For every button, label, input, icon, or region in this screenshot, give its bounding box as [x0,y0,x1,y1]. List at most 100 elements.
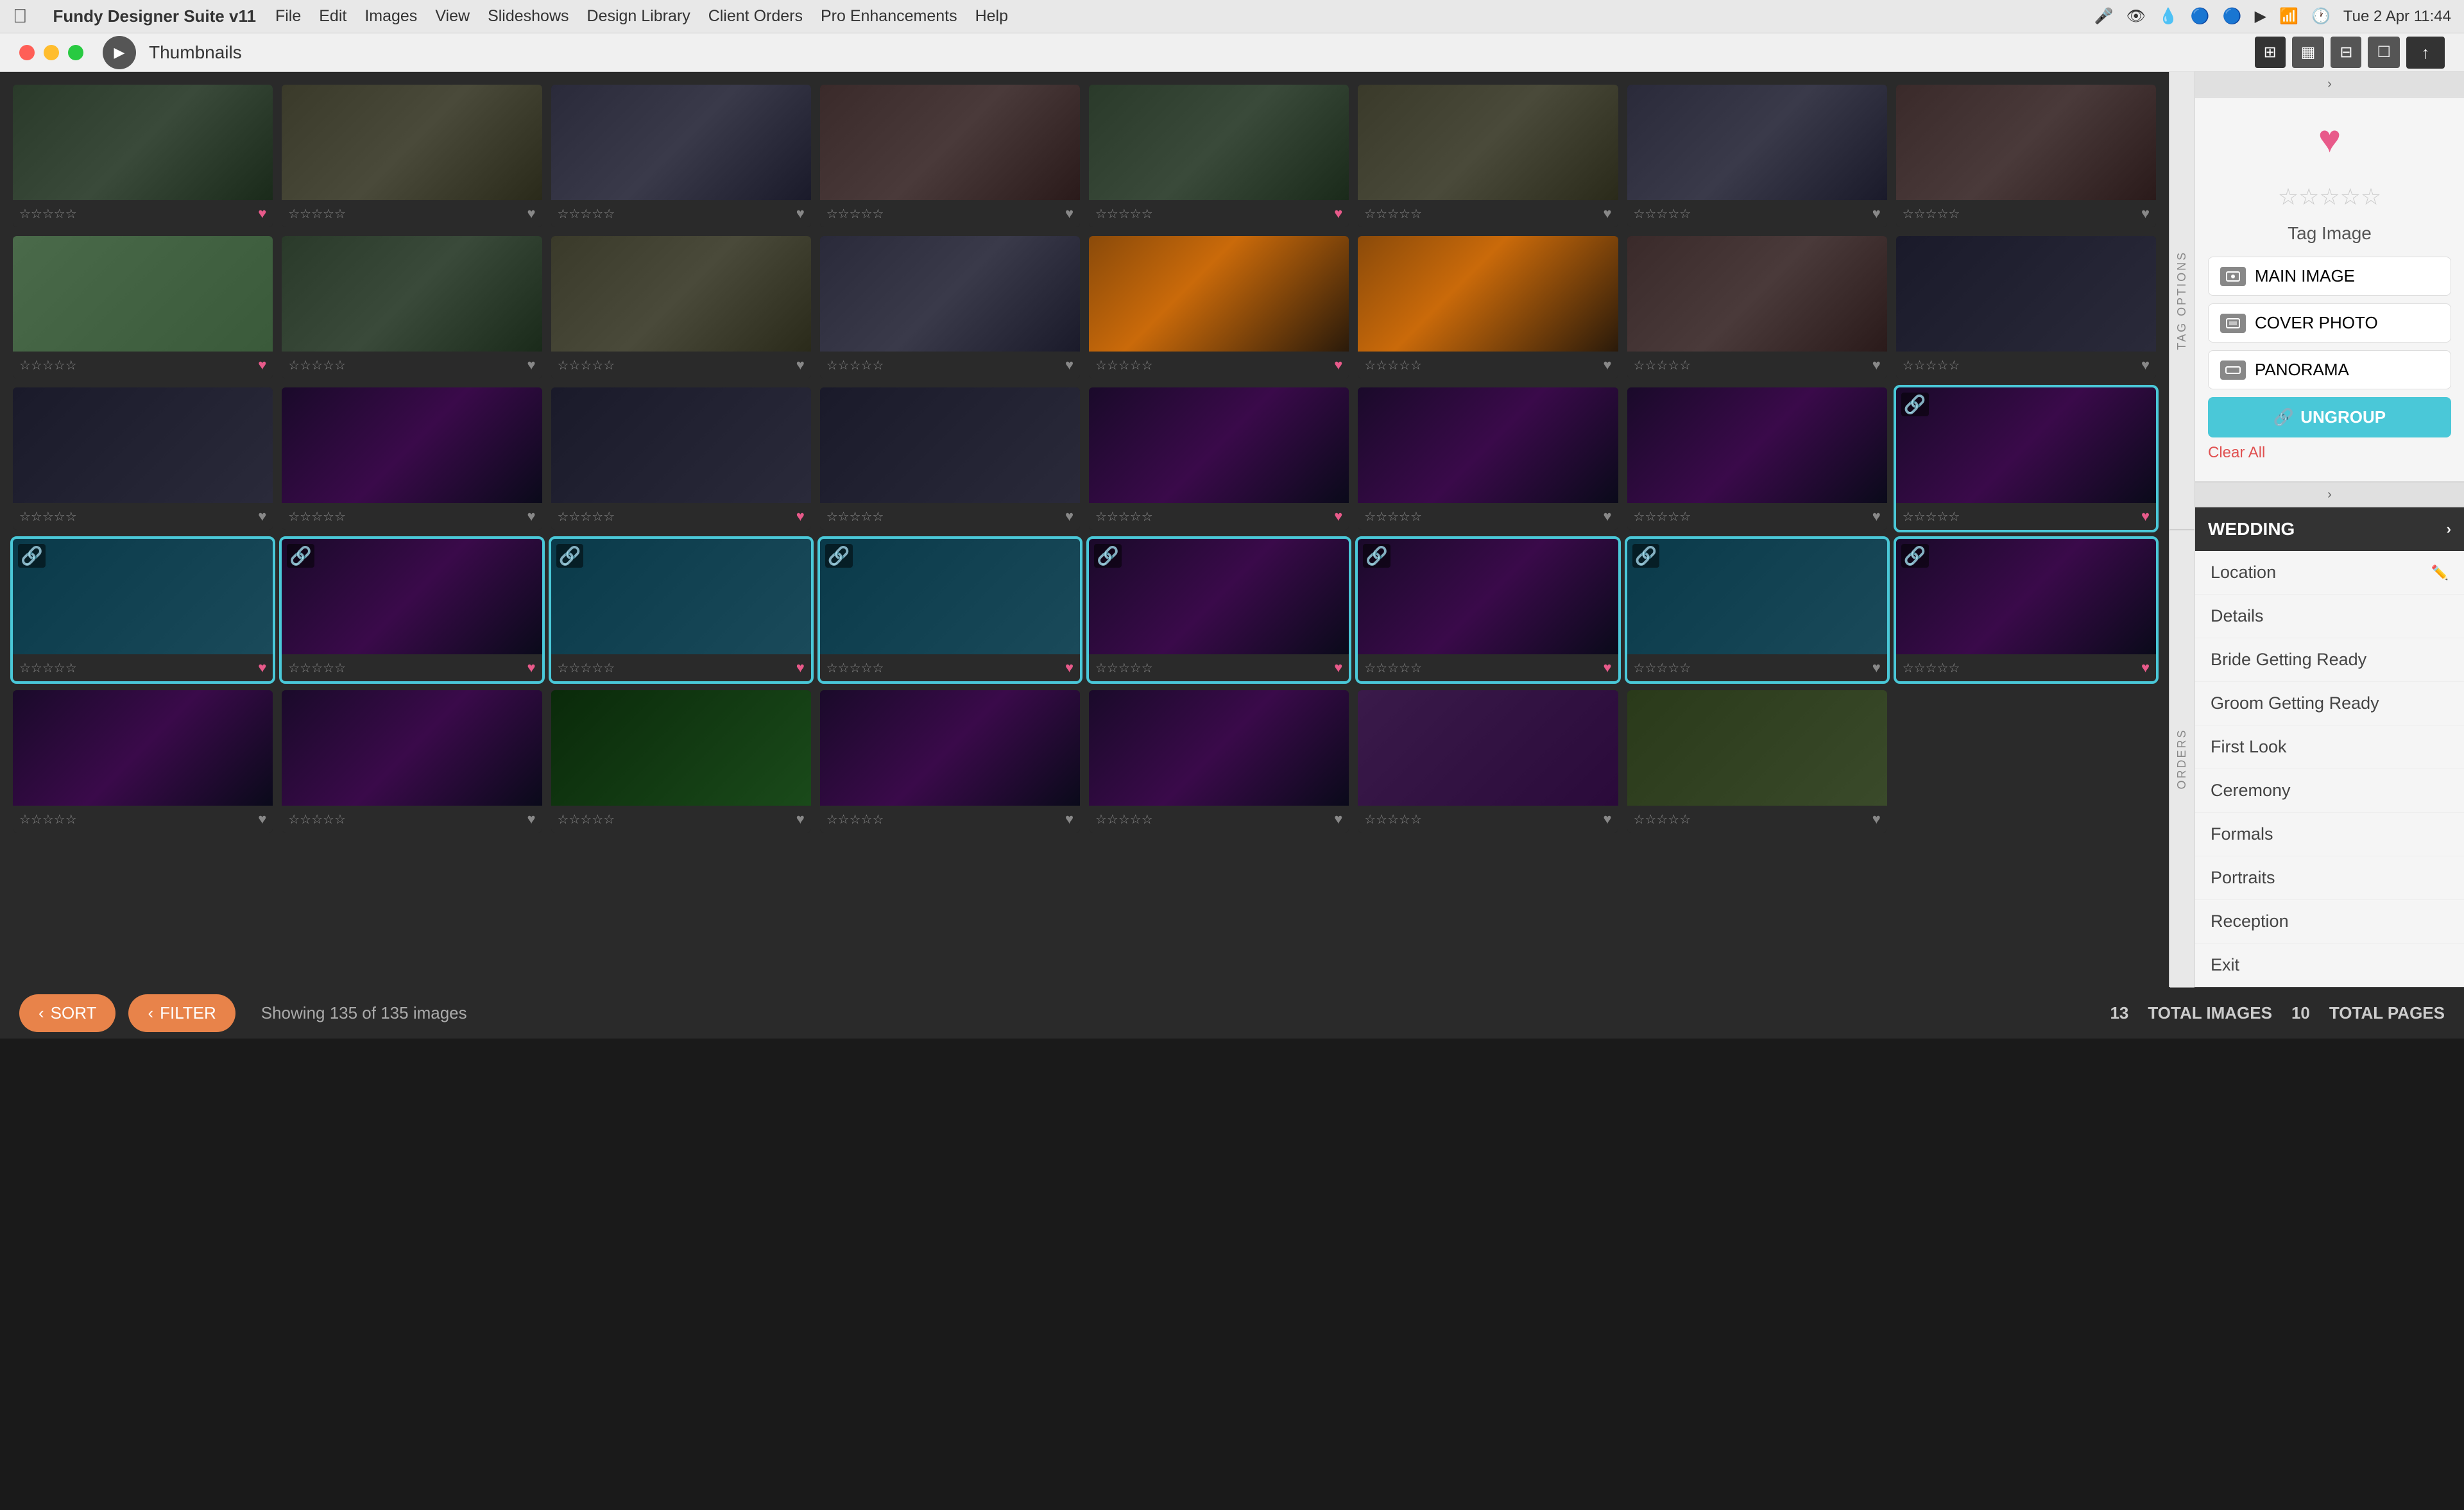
image-card[interactable]: ☆☆☆☆☆ ♥ [13,387,273,530]
image-card[interactable]: ☆☆☆☆☆ ♥ [1089,387,1349,530]
heart-icon[interactable]: ♥ [2141,659,2150,676]
heart-icon[interactable]: ♥ [1065,357,1074,373]
star-rating[interactable]: ☆☆☆☆☆ [1903,660,1960,676]
heart-icon[interactable]: ♥ [796,205,805,222]
image-card[interactable]: ☆☆☆☆☆ ♥ [1627,236,1887,378]
image-card[interactable]: ☆☆☆☆☆ ♥ [820,85,1080,227]
heart-icon[interactable]: ♥ [1872,357,1881,373]
heart-icon[interactable]: ♥ [1872,508,1881,525]
star-rating[interactable]: ☆☆☆☆☆ [1903,206,1960,222]
heart-icon[interactable]: ♥ [527,205,535,222]
star-rating[interactable]: ☆☆☆☆☆ [1095,811,1153,827]
image-card[interactable]: ☆☆☆☆☆ ♥ [551,236,811,378]
image-card[interactable]: ☆☆☆☆☆ ♥ [551,690,811,833]
star-rating[interactable]: ☆☆☆☆☆ [1364,660,1422,676]
heart-icon[interactable]: ♥ [1872,205,1881,222]
star-rating[interactable]: ☆☆☆☆☆ [1903,357,1960,373]
star-rating[interactable]: ☆☆☆☆☆ [19,660,77,676]
image-card-selected[interactable]: 🔗 ☆☆☆☆☆ ♥ [551,539,811,681]
image-card[interactable]: ☆☆☆☆☆ ♥ [1627,85,1887,227]
category-ceremony[interactable]: Ceremony [2195,769,2464,813]
heart-icon[interactable]: ♥ [1603,357,1611,373]
star-rating[interactable]: ☆☆☆☆☆ [826,509,884,525]
grid-view-button[interactable]: ⊞ [2255,37,2286,68]
image-card[interactable]: ☆☆☆☆☆ ♥ [1358,85,1618,227]
star-rating[interactable]: ☆☆☆☆☆ [19,811,77,827]
filter-button[interactable]: ‹ FILTER [128,994,235,1032]
heart-icon[interactable]: ♥ [796,508,805,525]
image-card-selected[interactable]: 🔗 ☆☆☆☆☆ ♥ [1627,539,1887,681]
category-exit[interactable]: Exit [2195,944,2464,987]
image-card-selected[interactable]: 🔗 ☆☆☆☆☆ ♥ [1089,539,1349,681]
image-card[interactable]: ☆☆☆☆☆ ♥ [282,690,542,833]
heart-icon[interactable]: ♥ [1334,811,1342,827]
category-reception[interactable]: Reception [2195,900,2464,944]
star-rating[interactable]: ☆☆☆☆☆ [1634,206,1691,222]
menu-file[interactable]: File [275,7,301,26]
heart-icon[interactable]: ♥ [1603,811,1611,827]
image-card-selected[interactable]: 🔗 ☆☆☆☆☆ ♥ [13,539,273,681]
star-rating[interactable]: ☆☆☆☆☆ [288,811,346,827]
image-card[interactable]: ☆☆☆☆☆ ♥ [551,85,811,227]
play-button[interactable]: ▶ [103,36,136,69]
image-card[interactable]: ☆☆☆☆☆ ♥ [1627,690,1887,833]
cover-photo-button[interactable]: COVER PHOTO [2208,303,2451,343]
heart-icon[interactable]: ♥ [1065,811,1074,827]
ungroup-button[interactable]: 🔗 UNGROUP [2208,397,2451,437]
image-card[interactable]: ☆☆☆☆☆ ♥ [551,387,811,530]
menu-edit[interactable]: Edit [319,7,346,26]
category-bride-getting-ready[interactable]: Bride Getting Ready [2195,638,2464,682]
heart-icon[interactable]: ♥ [796,811,805,827]
image-card[interactable]: ☆☆☆☆☆ ♥ [1896,236,2156,378]
category-first-look[interactable]: First Look [2195,725,2464,769]
image-card[interactable]: ☆☆☆☆☆ ♥ [282,236,542,378]
single-view-button[interactable]: ☐ [2368,37,2400,68]
heart-icon[interactable]: ♥ [1334,659,1342,676]
edit-icon[interactable]: ✏️ [2431,564,2449,581]
heart-icon[interactable]: ♥ [2141,205,2150,222]
star-rating[interactable]: ☆☆☆☆☆ [826,206,884,222]
star-rating[interactable]: ☆☆☆☆☆ [558,660,615,676]
menu-help[interactable]: Help [975,7,1008,26]
clear-all-button[interactable]: Clear All [2208,444,2451,462]
star-rating[interactable]: ☆☆☆☆☆ [1634,509,1691,525]
image-card-selected[interactable]: 🔗 ☆☆☆☆☆ ♥ [1896,387,2156,530]
star-rating[interactable]: ☆☆☆☆☆ [19,357,77,373]
star-rating[interactable]: ☆☆☆☆☆ [1095,357,1153,373]
category-details[interactable]: Details [2195,595,2464,638]
heart-icon[interactable]: ♥ [796,357,805,373]
image-card[interactable]: ☆☆☆☆☆ ♥ [13,236,273,378]
star-rating[interactable]: ☆☆☆☆☆ [288,660,346,676]
compare-view-button[interactable]: ⊟ [2331,37,2361,68]
image-card[interactable]: ☆☆☆☆☆ ♥ [1089,690,1349,833]
image-card-selected[interactable]: 🔗 ☆☆☆☆☆ ♥ [1896,539,2156,681]
star-rating[interactable]: ☆☆☆☆☆ [826,811,884,827]
menu-slideshows[interactable]: Slideshows [488,7,569,26]
star-rating[interactable]: ☆☆☆☆☆ [826,660,884,676]
minimize-button[interactable] [44,45,59,60]
star-rating[interactable]: ☆☆☆☆☆ [1903,509,1960,525]
heart-icon[interactable]: ♥ [258,659,266,676]
category-portraits[interactable]: Portraits [2195,856,2464,900]
tag-star-rating[interactable]: ☆☆☆☆☆ [2208,183,2451,210]
star-rating[interactable]: ☆☆☆☆☆ [19,206,77,222]
heart-icon[interactable]: ♥ [1334,508,1342,525]
star-rating[interactable]: ☆☆☆☆☆ [558,206,615,222]
category-formals[interactable]: Formals [2195,813,2464,856]
heart-icon[interactable]: ♥ [527,811,535,827]
main-image-button[interactable]: MAIN IMAGE [2208,257,2451,296]
star-rating[interactable]: ☆☆☆☆☆ [288,206,346,222]
image-card[interactable]: ☆☆☆☆☆ ♥ [1358,387,1618,530]
heart-icon[interactable]: ♥ [1603,659,1611,676]
heart-icon[interactable]: ♥ [1603,508,1611,525]
star-rating[interactable]: ☆☆☆☆☆ [19,509,77,525]
star-rating[interactable]: ☆☆☆☆☆ [1634,357,1691,373]
heart-icon[interactable]: ♥ [258,508,266,525]
heart-icon[interactable]: ♥ [1065,205,1074,222]
sidebar-collapse-top[interactable]: › [2195,72,2464,98]
close-button[interactable] [19,45,35,60]
star-rating[interactable]: ☆☆☆☆☆ [288,509,346,525]
star-rating[interactable]: ☆☆☆☆☆ [1095,509,1153,525]
star-rating[interactable]: ☆☆☆☆☆ [288,357,346,373]
menu-client-orders[interactable]: Client Orders [708,7,803,26]
